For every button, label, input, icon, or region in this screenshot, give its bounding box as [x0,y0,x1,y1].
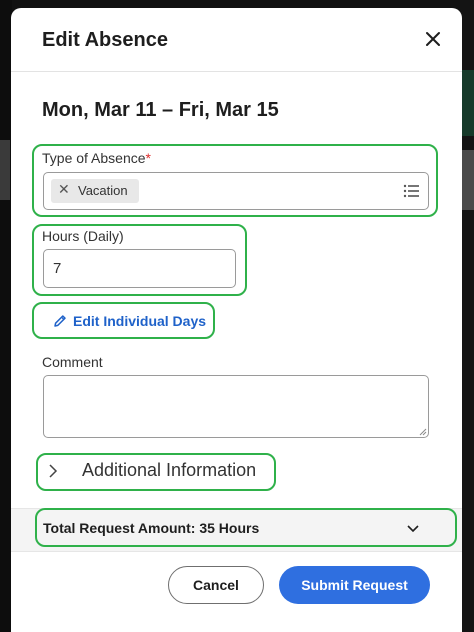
type-of-absence-field[interactable]: ✕ Vacation [43,172,429,210]
edit-individual-days-label: Edit Individual Days [73,313,207,329]
additional-information-label: Additional Information [82,460,257,480]
cancel-button[interactable]: Cancel [168,566,264,604]
pencil-icon [54,315,66,327]
date-range-heading: Mon, Mar 11 – Fri, Mar 15 [42,99,279,121]
remove-chip-icon[interactable]: ✕ [58,181,70,198]
chevron-right-icon [49,464,58,478]
chip-label: Vacation [78,183,128,198]
required-marker: * [145,150,151,166]
type-of-absence-label-text: Type of Absence [42,150,146,166]
submit-request-button[interactable]: Submit Request [279,566,430,604]
comment-textarea[interactable] [43,375,429,438]
selected-chip-vacation: ✕ Vacation [51,179,139,203]
backdrop-left-panel [0,140,10,200]
edit-absence-dialog: Edit Absence Mon, Mar 11 – Fri, Mar 15 T… [11,8,462,632]
dialog-title: Edit Absence [42,29,168,51]
close-icon [426,32,440,46]
comment-label: Comment [42,354,103,370]
close-button[interactable] [422,28,444,50]
hours-label: Hours (Daily) [42,228,124,244]
resize-grip-icon[interactable] [419,428,427,436]
backdrop-green-panel [460,70,474,136]
total-request-amount: Total Request Amount: 35 Hours [43,520,260,536]
type-of-absence-label: Type of Absence* [42,150,151,166]
dialog-header: Edit Absence [11,8,462,72]
hours-daily-input[interactable] [43,249,236,288]
chevron-down-icon[interactable] [407,525,419,533]
backdrop-gray-panel [460,150,474,210]
list-icon[interactable] [403,183,420,199]
